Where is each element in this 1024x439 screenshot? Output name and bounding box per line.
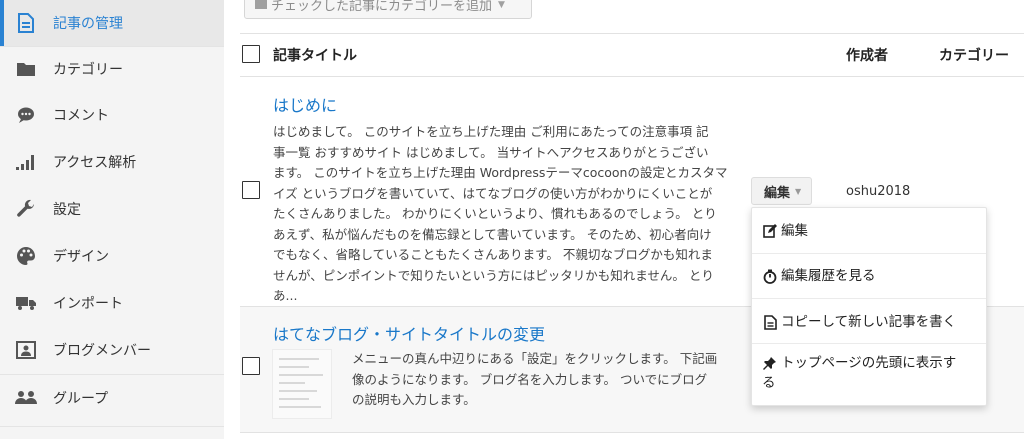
folder-icon — [255, 0, 267, 9]
member-card-icon — [14, 338, 38, 362]
menu-item-label: コピーして新しい記事を書く — [781, 314, 957, 330]
sidebar-item-label: ブログメンバー — [53, 343, 151, 359]
sidebar-item-analytics[interactable]: アクセス解析 — [0, 139, 224, 185]
divider — [752, 343, 986, 344]
excerpt-line: はじめまして。 このサイトを立ち上げた理由 ご利用にあたっての注意事項 記 — [273, 124, 709, 139]
excerpt-line: メニューの真ん中辺りにある「設定」をクリックします。 下記画 — [352, 351, 718, 366]
excerpt-line: イズ というブログを書いていて、はてなブログの使い方がわかりにくいことが — [273, 185, 713, 201]
post-title-link[interactable]: はじめに — [273, 92, 337, 116]
edit-dropdown-button[interactable]: 編集 ▼ — [751, 177, 812, 205]
excerpt-line: あ... — [273, 288, 298, 303]
edit-button-label: 編集 — [764, 185, 791, 201]
stopwatch-icon — [762, 266, 778, 286]
menu-item-edit[interactable]: 編集 — [752, 221, 986, 241]
sidebar-item-import[interactable]: インポート — [0, 280, 224, 326]
column-header-title: 記事タイトル — [273, 48, 357, 64]
divider — [752, 298, 986, 299]
row-checkbox[interactable] — [242, 181, 260, 199]
post-thumbnail — [272, 349, 332, 419]
bar-chart-icon — [14, 150, 38, 174]
menu-item-pin-top[interactable]: トップページの先頭に表示す る — [752, 353, 986, 393]
sidebar-item-categories[interactable]: カテゴリー — [0, 46, 224, 92]
divider — [240, 432, 1024, 433]
excerpt-line: の説明も入力します。 — [352, 392, 476, 407]
divider — [240, 33, 1024, 34]
chevron-down-icon: ▼ — [795, 186, 802, 196]
post-excerpt: はじめまして。 このサイトを立ち上げた理由 ご利用にあたっての注意事項 記 事一… — [273, 122, 743, 307]
edit-icon — [762, 221, 778, 241]
excerpt-line: あえず、私が悩んだものを備忘録として書いています。 そのため、初心者向け — [273, 226, 712, 242]
excerpt-line: 像のようになります。 ブログ名を入力します。 ついでにブログ — [352, 371, 708, 387]
truck-icon — [14, 291, 38, 315]
copy-document-icon — [762, 312, 778, 332]
chevron-down-icon: ▼ — [498, 0, 505, 10]
sidebar-item-label: 記事の管理 — [53, 16, 123, 32]
sidebar-item-groups[interactable]: グループ — [0, 375, 224, 421]
sidebar-item-comments[interactable]: コメント — [0, 92, 224, 138]
sidebar-item-label: インポート — [53, 296, 123, 312]
column-header-author: 作成者 — [846, 48, 888, 64]
add-category-to-checked-button[interactable]: チェックした記事にカテゴリーを追加 ▼ — [244, 0, 532, 19]
folder-icon — [14, 57, 38, 81]
sidebar-item-members[interactable]: ブログメンバー — [0, 327, 224, 373]
column-header-category: カテゴリー — [939, 48, 1009, 64]
sidebar-item-label: 設定 — [53, 202, 81, 218]
post-title-link[interactable]: はてなブログ・サイトタイトルの変更 — [273, 321, 545, 345]
row-checkbox[interactable] — [242, 357, 260, 375]
wrench-icon — [14, 197, 38, 221]
sidebar-item-design[interactable]: デザイン — [0, 233, 224, 279]
divider — [240, 76, 1024, 77]
excerpt-line: たくさんありました。 わかりにくいというより、慣れもあるのでしょう。 とり — [273, 206, 717, 221]
menu-item-label-continued: る — [762, 375, 776, 391]
select-all-checkbox[interactable] — [242, 45, 260, 63]
menu-item-label: 編集履歴を見る — [781, 268, 876, 284]
edit-dropdown-menu: 編集 編集履歴を見る コピーして新しい記事を書く トップページの先頭に表示す る — [751, 207, 987, 406]
excerpt-line: でもなく、省略していることもたくさんあります。 不親切なブログかも知れま — [273, 247, 713, 262]
sidebar-item-posts[interactable]: 記事の管理 — [0, 0, 224, 46]
menu-item-copy-new-post[interactable]: コピーして新しい記事を書く — [752, 312, 986, 332]
excerpt-line: 事一覧 おすすめサイト はじめまして。 当サイトへアクセスありがとうござい — [273, 144, 709, 160]
menu-item-label: 編集 — [781, 223, 808, 239]
sidebar-item-label: グループ — [53, 391, 109, 407]
group-icon — [14, 386, 38, 410]
menu-item-label: トップページの先頭に表示す — [781, 355, 957, 371]
add-category-label: チェックした記事にカテゴリーを追加 — [271, 0, 493, 14]
menu-item-revision-history[interactable]: 編集履歴を見る — [752, 266, 986, 286]
sidebar-item-label: アクセス解析 — [53, 155, 137, 171]
sidebar: 記事の管理 カテゴリー コメント アクセス解析 設定 デザイン インポート ブロ… — [0, 0, 224, 439]
sidebar-item-label: カテゴリー — [53, 62, 123, 78]
sidebar-item-label: コメント — [53, 108, 109, 124]
excerpt-line: せんが、ピンポイントで知りたいという方にはピッタリかも知れません。 とり — [273, 267, 714, 283]
sidebar-item-settings[interactable]: 設定 — [0, 186, 224, 232]
document-icon — [14, 11, 38, 35]
palette-icon — [14, 244, 38, 268]
sidebar-item-label: デザイン — [53, 249, 109, 265]
excerpt-line: ます。 このサイトを立ち上げた理由 Wordpressテーマcocoonの設定と… — [273, 165, 728, 180]
pin-icon — [762, 353, 778, 373]
divider — [752, 253, 986, 254]
post-excerpt: メニューの真ん中辺りにある「設定」をクリックします。 下記画 像のようになります… — [352, 349, 744, 411]
divider — [0, 426, 224, 427]
comment-icon — [14, 103, 38, 127]
post-author: oshu2018 — [846, 184, 911, 199]
